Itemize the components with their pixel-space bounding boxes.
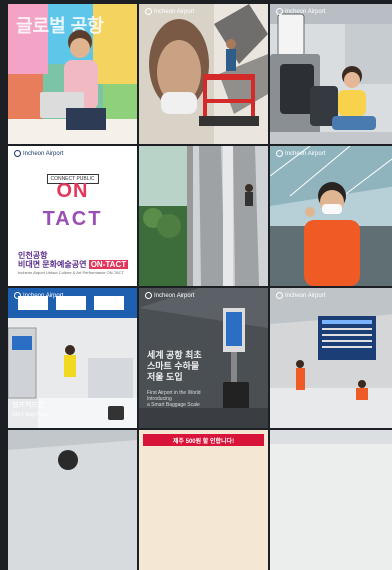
airport-logo-icon bbox=[14, 292, 21, 299]
masked-man-photo bbox=[270, 146, 392, 286]
airport-logo-icon bbox=[145, 292, 152, 299]
bag-drop-title-ko: 셀프백드랍 bbox=[12, 402, 45, 409]
baggage-scale-title-ko: 세계 공항 최초 스마트 수하물 저울 도입 bbox=[147, 350, 202, 382]
post-tile-ontact[interactable]: Incheon Airport CONNECT PUBLIC ON TACT 인… bbox=[8, 146, 137, 286]
airport-logo-icon bbox=[14, 150, 21, 157]
ontact-tact-text: TACT bbox=[42, 208, 103, 230]
post-tile-painter-mural[interactable]: Incheon Airport bbox=[139, 4, 268, 144]
partial-photo-1 bbox=[8, 430, 137, 570]
brand-watermark: Incheon Airport bbox=[145, 292, 194, 299]
brand-watermark: Incheon Airport bbox=[145, 8, 194, 15]
airport-logo-icon bbox=[276, 292, 283, 299]
child-luggage-photo bbox=[270, 4, 392, 144]
photo-grid: 글로벌 공항 Incheon Airport Incheon Airport I… bbox=[8, 4, 392, 570]
post-tile-worker-mural[interactable]: 글로벌 공항 bbox=[8, 4, 137, 144]
brand-watermark: Incheon Airport bbox=[14, 150, 63, 157]
brand-watermark: Incheon Airport bbox=[276, 292, 325, 299]
promo-banner: 제주 500원 할 인합니다! bbox=[143, 434, 264, 446]
painter-mural-photo bbox=[139, 4, 268, 144]
bag-drop-title-en: SELF Bag Drop bbox=[12, 412, 48, 418]
airport-logo-icon bbox=[276, 150, 283, 157]
ontact-on-text: ON bbox=[56, 180, 89, 202]
baggage-scale-title-en: First Airport in the World Introducing a… bbox=[147, 390, 201, 408]
brand-watermark: Incheon Airport bbox=[276, 150, 325, 157]
ontact-subtitle-ko: 비대면 문화예술공연 ON-TACT bbox=[18, 259, 129, 270]
post-tile-child-luggage[interactable]: Incheon Airport bbox=[270, 4, 392, 144]
post-tile-partial-3[interactable] bbox=[270, 430, 392, 570]
post-tile-promo[interactable]: 제주 500원 할 인합니다! bbox=[139, 430, 268, 570]
post-tile-escalator[interactable] bbox=[139, 146, 268, 286]
brand-watermark: Incheon Airport bbox=[276, 8, 325, 15]
airport-logo-icon bbox=[276, 8, 283, 15]
escalator-photo bbox=[139, 146, 268, 286]
ontact-highlight: ON-TACT bbox=[88, 260, 129, 269]
ontact-subtitle-prefix: 비대면 문화예술공연 bbox=[18, 260, 87, 269]
airport-logo-icon bbox=[145, 8, 152, 15]
post-tile-baggage-scale[interactable]: Incheon Airport 세계 공항 최초 스마트 수하물 저울 도입 F… bbox=[139, 288, 268, 428]
post-tile-masked-man[interactable]: Incheon Airport bbox=[270, 146, 392, 286]
departure-board-photo bbox=[270, 288, 392, 428]
svg-text:글로벌 공항: 글로벌 공항 bbox=[16, 16, 104, 36]
post-tile-departure-board[interactable]: Incheon Airport bbox=[270, 288, 392, 428]
ontact-subtitle-en: Incheon Airport Untact Culture & Art Per… bbox=[18, 270, 124, 275]
post-tile-partial-1[interactable] bbox=[8, 430, 137, 570]
brand-watermark: Incheon Airport bbox=[14, 292, 63, 299]
post-tile-bag-drop[interactable]: Incheon Airport 셀프백드랍 SELF Bag Drop bbox=[8, 288, 137, 428]
worker-mural-photo: 글로벌 공항 bbox=[8, 4, 137, 144]
partial-photo-3 bbox=[270, 430, 392, 570]
